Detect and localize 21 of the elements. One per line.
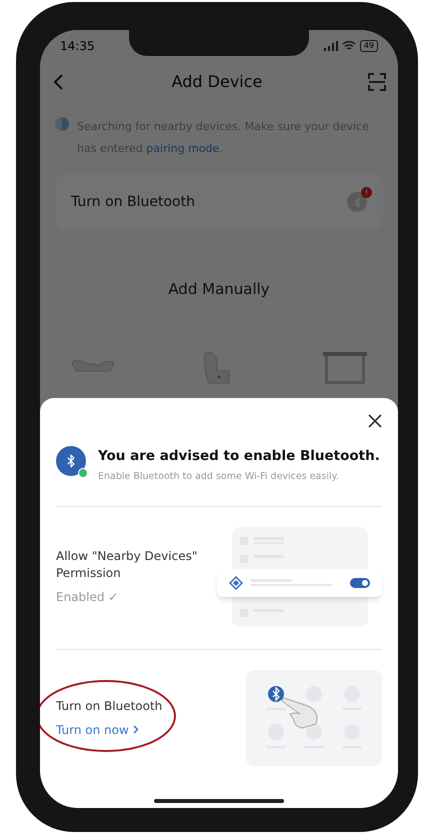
sheet-title: You are advised to enable Bluetooth. <box>98 447 380 466</box>
wifi-icon <box>342 41 356 51</box>
alert-badge: ! <box>361 187 372 198</box>
section-title: Add Manually <box>168 279 270 300</box>
battery-indicator: 49 <box>360 40 378 52</box>
scan-icon[interactable] <box>368 73 386 91</box>
sheet-subtitle: Enable Bluetooth to add some Wi-Fi devices easily. <box>98 470 340 484</box>
close-icon[interactable] <box>368 414 382 428</box>
bluetooth-icon <box>347 192 367 212</box>
signal-icon <box>324 41 338 51</box>
status-time: 14:35 <box>60 38 95 55</box>
bluetooth-status-icon <box>56 446 86 476</box>
step-title: Allow "Nearby Devices" Permission <box>56 548 198 582</box>
turn-on-link[interactable]: Turn on now <box>56 720 206 739</box>
chevron-icon <box>132 725 139 734</box>
bluetooth-card[interactable]: Turn on Bluetooth ! <box>55 174 383 230</box>
pairing-mode-link[interactable]: pairing mode <box>146 142 220 155</box>
step-status: Enabled ✓ <box>56 589 120 606</box>
step-title: Turn on Bluetooth <box>56 698 164 715</box>
loading-icon <box>55 117 69 131</box>
page-title: Add Device <box>172 71 262 93</box>
